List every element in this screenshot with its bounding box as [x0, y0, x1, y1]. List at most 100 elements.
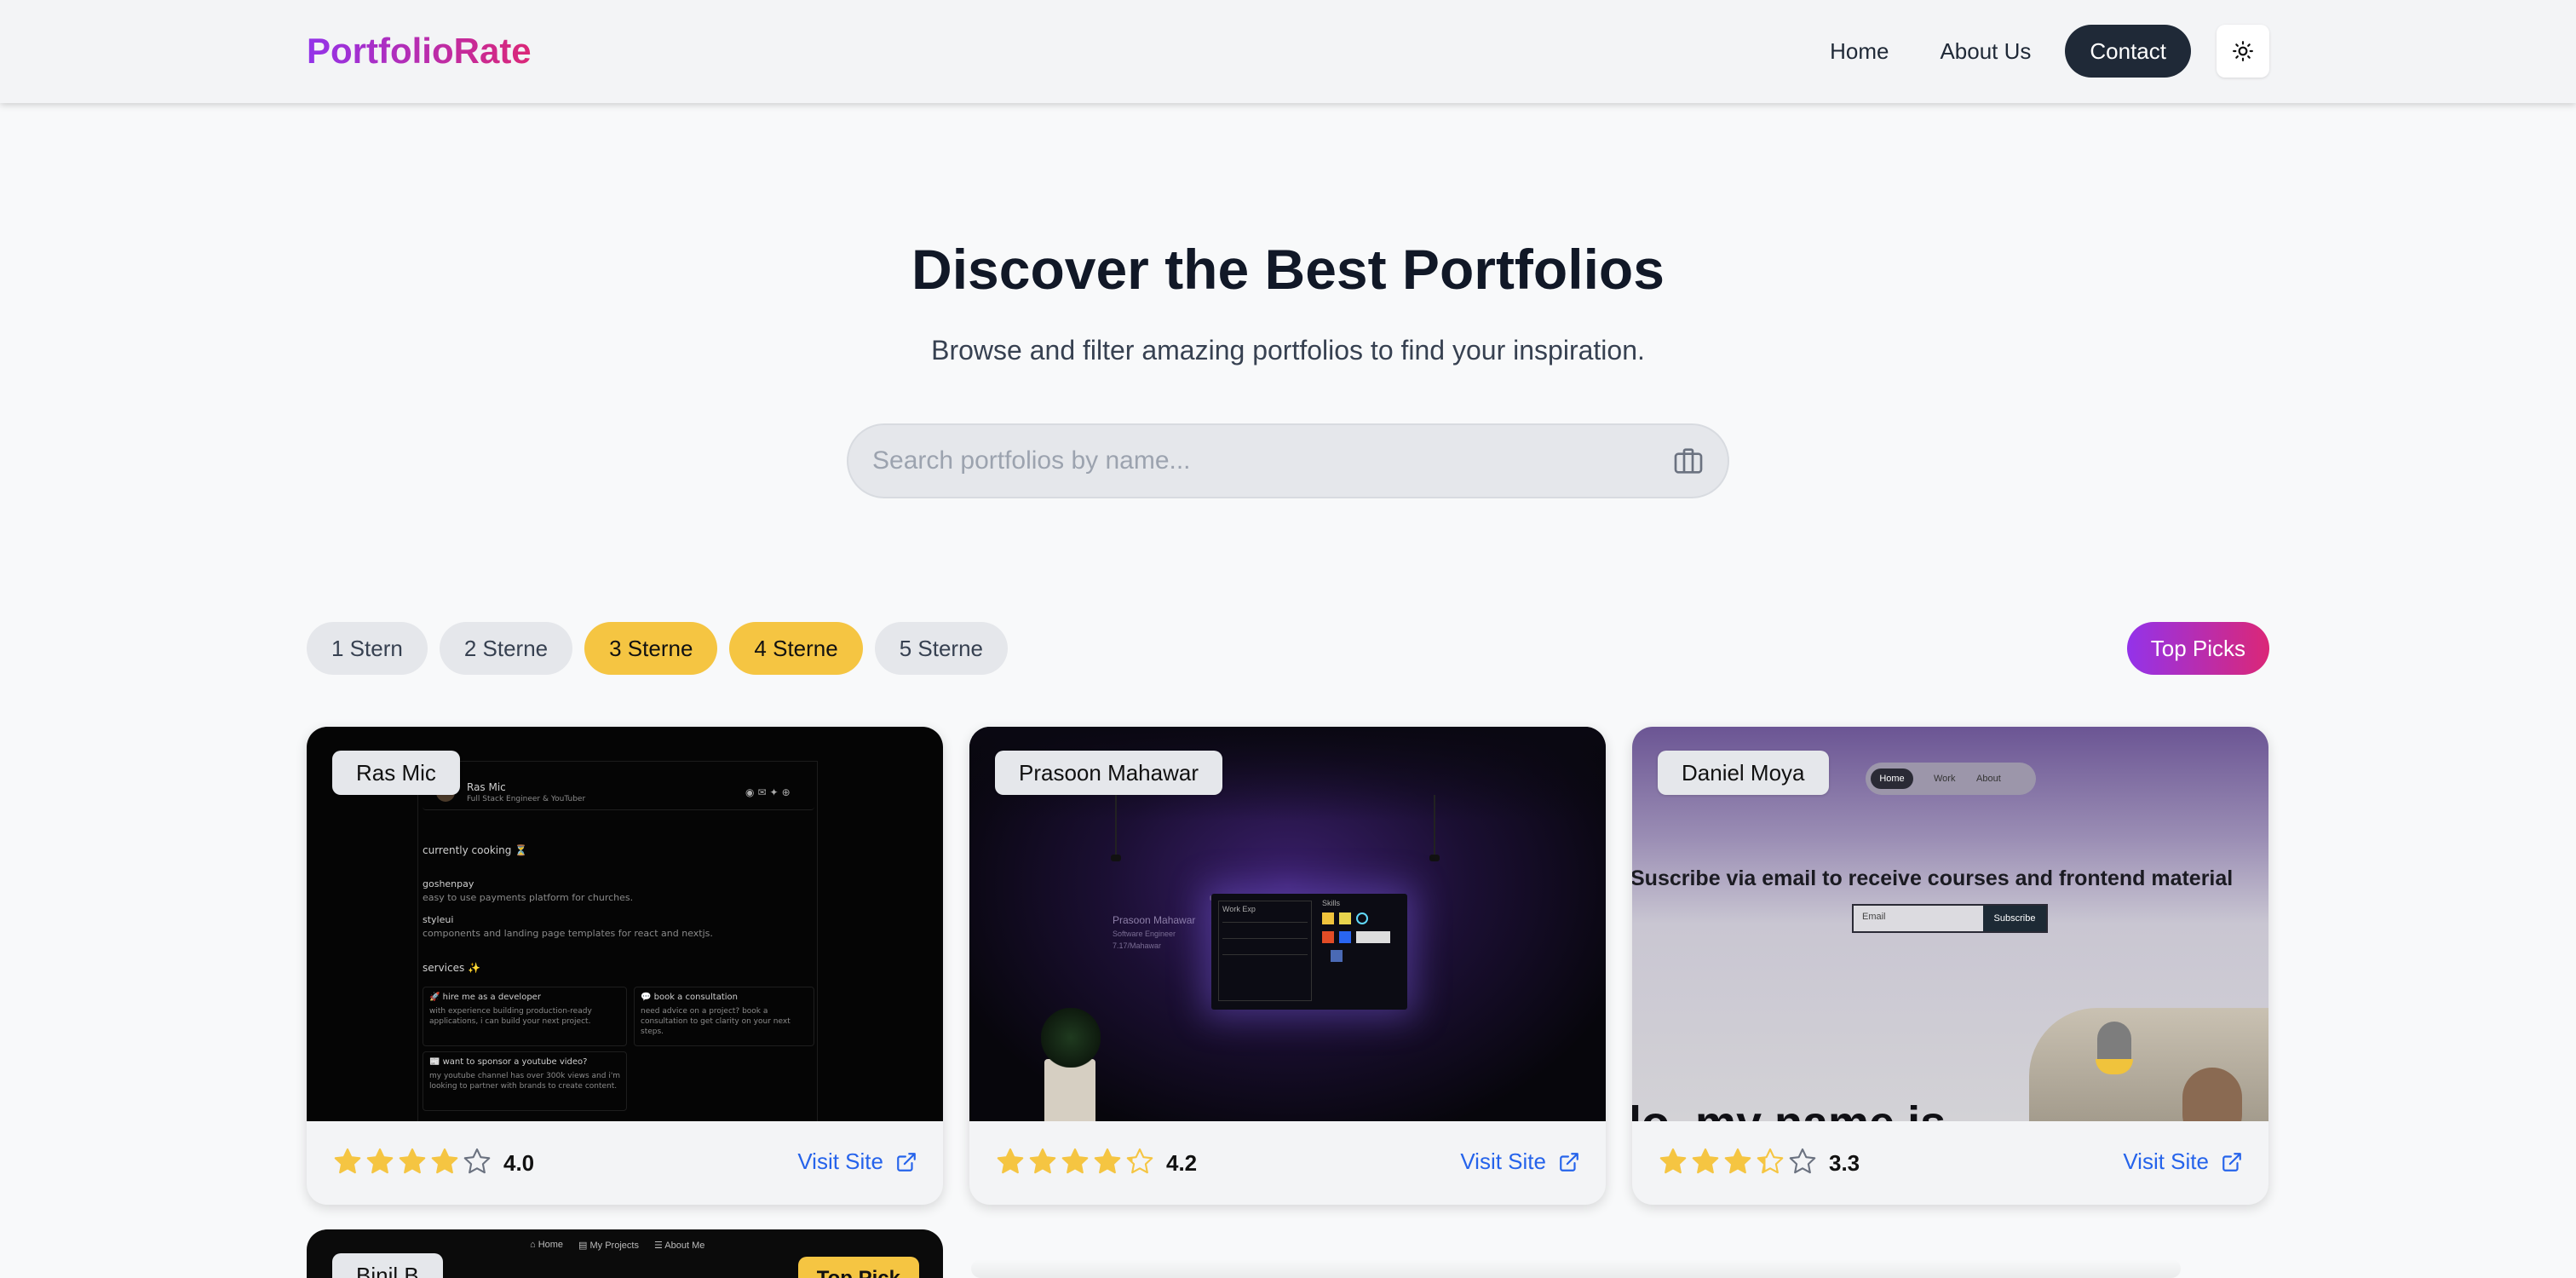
- star-half-icon: [1757, 1148, 1784, 1174]
- briefcase-icon: [1674, 448, 1703, 474]
- filter-2-stars[interactable]: 2 Sterne: [439, 622, 573, 675]
- nav-about-us[interactable]: About Us: [1914, 25, 2056, 78]
- star-filled-icon: [366, 1148, 394, 1174]
- star-rating: [1658, 1147, 1818, 1177]
- portfolio-name-badge: Binil B: [332, 1253, 443, 1278]
- visit-site-label: Visit Site: [1460, 1148, 1546, 1174]
- preview-nav-about: About: [1976, 774, 2001, 784]
- visit-site-link[interactable]: Visit Site: [1460, 1148, 1580, 1175]
- portfolio-card[interactable]: ⌂ Home ▤ My Projects ☰ About Me Binil B …: [307, 1229, 943, 1278]
- card-shadow: [971, 1259, 2181, 1278]
- skills-label: Skills: [1322, 899, 1341, 907]
- tailwind-icon: [1331, 950, 1343, 962]
- js-icon: [1339, 912, 1351, 924]
- star-filled-icon: [399, 1148, 426, 1174]
- portfolio-preview[interactable]: Ras Mic Full Stack Engineer & YouTuber ◉…: [307, 727, 943, 1121]
- preview-hello-text: lo, my name is: [1632, 1097, 1946, 1121]
- top-picks-button[interactable]: Top Picks: [2126, 622, 2269, 675]
- portfolio-preview[interactable]: Home Work About Suscribe via email to re…: [1632, 727, 2268, 1121]
- preview-cooking: currently cooking ⏳: [423, 844, 528, 856]
- plant-pot: [1044, 1059, 1095, 1121]
- preview-nav-projects: ▤ My Projects: [578, 1241, 639, 1251]
- lamp-cord: [1434, 795, 1435, 855]
- card-footer: 3.3 Visit Site: [1632, 1121, 2268, 1205]
- search-input[interactable]: [872, 425, 1639, 497]
- rating-value: 3.3: [1829, 1150, 1860, 1176]
- filter-3-stars[interactable]: 3 Sterne: [584, 622, 718, 675]
- preview-services: services ✨: [423, 962, 480, 974]
- preview-person: [2182, 1068, 2242, 1121]
- service-title: 🚀 hire me as a developer: [429, 993, 541, 1002]
- preview-project-desc: easy to use payments platform for church…: [423, 892, 634, 903]
- filter-1-star[interactable]: 1 Stern: [307, 622, 428, 675]
- external-link-icon: [1560, 1152, 1578, 1172]
- lamp: [1429, 855, 1440, 861]
- star-filled-icon: [1692, 1148, 1719, 1174]
- service-title: 💬 book a consultation: [641, 993, 738, 1002]
- service-title: 📰 want to sponsor a youtube video?: [429, 1057, 588, 1067]
- lamp-cord: [1115, 795, 1117, 855]
- service-desc: with experience building production-read…: [429, 1007, 592, 1026]
- star-rating: [332, 1147, 492, 1177]
- preview-email-input: Email: [1862, 912, 1886, 922]
- preview-name: Ras Mic: [467, 781, 506, 793]
- nav-contact-button[interactable]: Contact: [2065, 25, 2191, 78]
- top-pick-badge: Top Pick: [797, 1257, 919, 1278]
- theme-toggle-button[interactable]: [2217, 25, 2269, 78]
- service-desc: need advice on a project? book a consult…: [641, 1007, 791, 1036]
- card-footer: 4.0 Visit Site: [307, 1121, 943, 1205]
- portfolio-card: Ras Mic Full Stack Engineer & YouTuber ◉…: [307, 727, 943, 1205]
- react-icon: [1356, 912, 1368, 924]
- preview-name: Prasoon Mahawar: [1113, 914, 1196, 926]
- page-title: Discover the Best Portfolios: [911, 238, 1665, 301]
- html-icon: [1322, 931, 1334, 943]
- star-filled-icon: [997, 1148, 1024, 1174]
- portfolio-card: Home Work About Suscribe via email to re…: [1632, 727, 2268, 1205]
- preview-role: Full Stack Engineer & YouTuber: [467, 795, 586, 803]
- work-exp-panel: Work Exp: [1218, 901, 1312, 1001]
- site-logo[interactable]: PortfolioRate: [307, 26, 532, 77]
- page-subtitle: Browse and filter amazing portfolios to …: [931, 335, 1645, 366]
- preview-nav-home: ⌂ Home: [530, 1240, 564, 1250]
- preview-project-title: styleui: [423, 914, 454, 925]
- preview-nav-home: Home: [1871, 769, 1913, 789]
- star-filled-icon: [334, 1148, 361, 1174]
- star-filled-icon: [1061, 1148, 1089, 1174]
- rating-value: 4.2: [1166, 1150, 1198, 1176]
- preview-nav: ⌂ Home ▤ My Projects ☰ About Me: [530, 1240, 704, 1251]
- preview-photo: [2029, 1008, 2268, 1121]
- portfolio-name-badge: Prasoon Mahawar: [995, 751, 1222, 795]
- service-desc: my youtube channel has over 300k views a…: [429, 1072, 621, 1091]
- search-bar: [847, 423, 1729, 498]
- lamp: [1111, 855, 1121, 861]
- visit-site-label: Visit Site: [2123, 1148, 2209, 1174]
- plant: [1041, 1008, 1101, 1068]
- star-empty-icon: [463, 1148, 491, 1174]
- portfolio-preview[interactable]: Prasoon Mahawar Software Engineer 7.17/M…: [969, 727, 1606, 1121]
- filter-5-stars[interactable]: 5 Sterne: [874, 622, 1009, 675]
- tv-screen: Work Exp Skills: [1211, 894, 1407, 1010]
- star-filled-icon: [1094, 1148, 1121, 1174]
- star-half-icon: [1126, 1148, 1153, 1174]
- star-filled-icon: [431, 1148, 458, 1174]
- nav-home[interactable]: Home: [1804, 25, 1914, 78]
- preview-headline: Suscribe via email to receive courses an…: [1632, 866, 2234, 890]
- preview-subscribe-button: Subscribe: [1983, 906, 2046, 931]
- visit-site-link[interactable]: Visit Site: [797, 1148, 917, 1175]
- preview-role: Software Engineer: [1113, 930, 1176, 938]
- card-footer: 4.2 Visit Site: [969, 1121, 1606, 1205]
- preview-lamp-glow: [2096, 1059, 2133, 1074]
- work-exp-label: Work Exp: [1222, 905, 1256, 913]
- external-link-icon: [897, 1152, 916, 1172]
- python-icon: [1322, 912, 1334, 924]
- portfolio-card: Prasoon Mahawar Software Engineer 7.17/M…: [969, 727, 1606, 1205]
- star-filled-icon: [1659, 1148, 1687, 1174]
- star-filled-icon: [1724, 1148, 1751, 1174]
- rating-filters: 1 Stern 2 Sterne 3 Sterne 4 Sterne 5 Ste…: [307, 622, 1009, 675]
- visit-site-link[interactable]: Visit Site: [2123, 1148, 2243, 1175]
- css-icon: [1339, 931, 1351, 943]
- preview-nav-about: ☰ About Me: [653, 1241, 705, 1251]
- sun-icon: [2233, 41, 2253, 61]
- nodejs-icon: [1356, 931, 1390, 943]
- filter-4-stars[interactable]: 4 Sterne: [729, 622, 863, 675]
